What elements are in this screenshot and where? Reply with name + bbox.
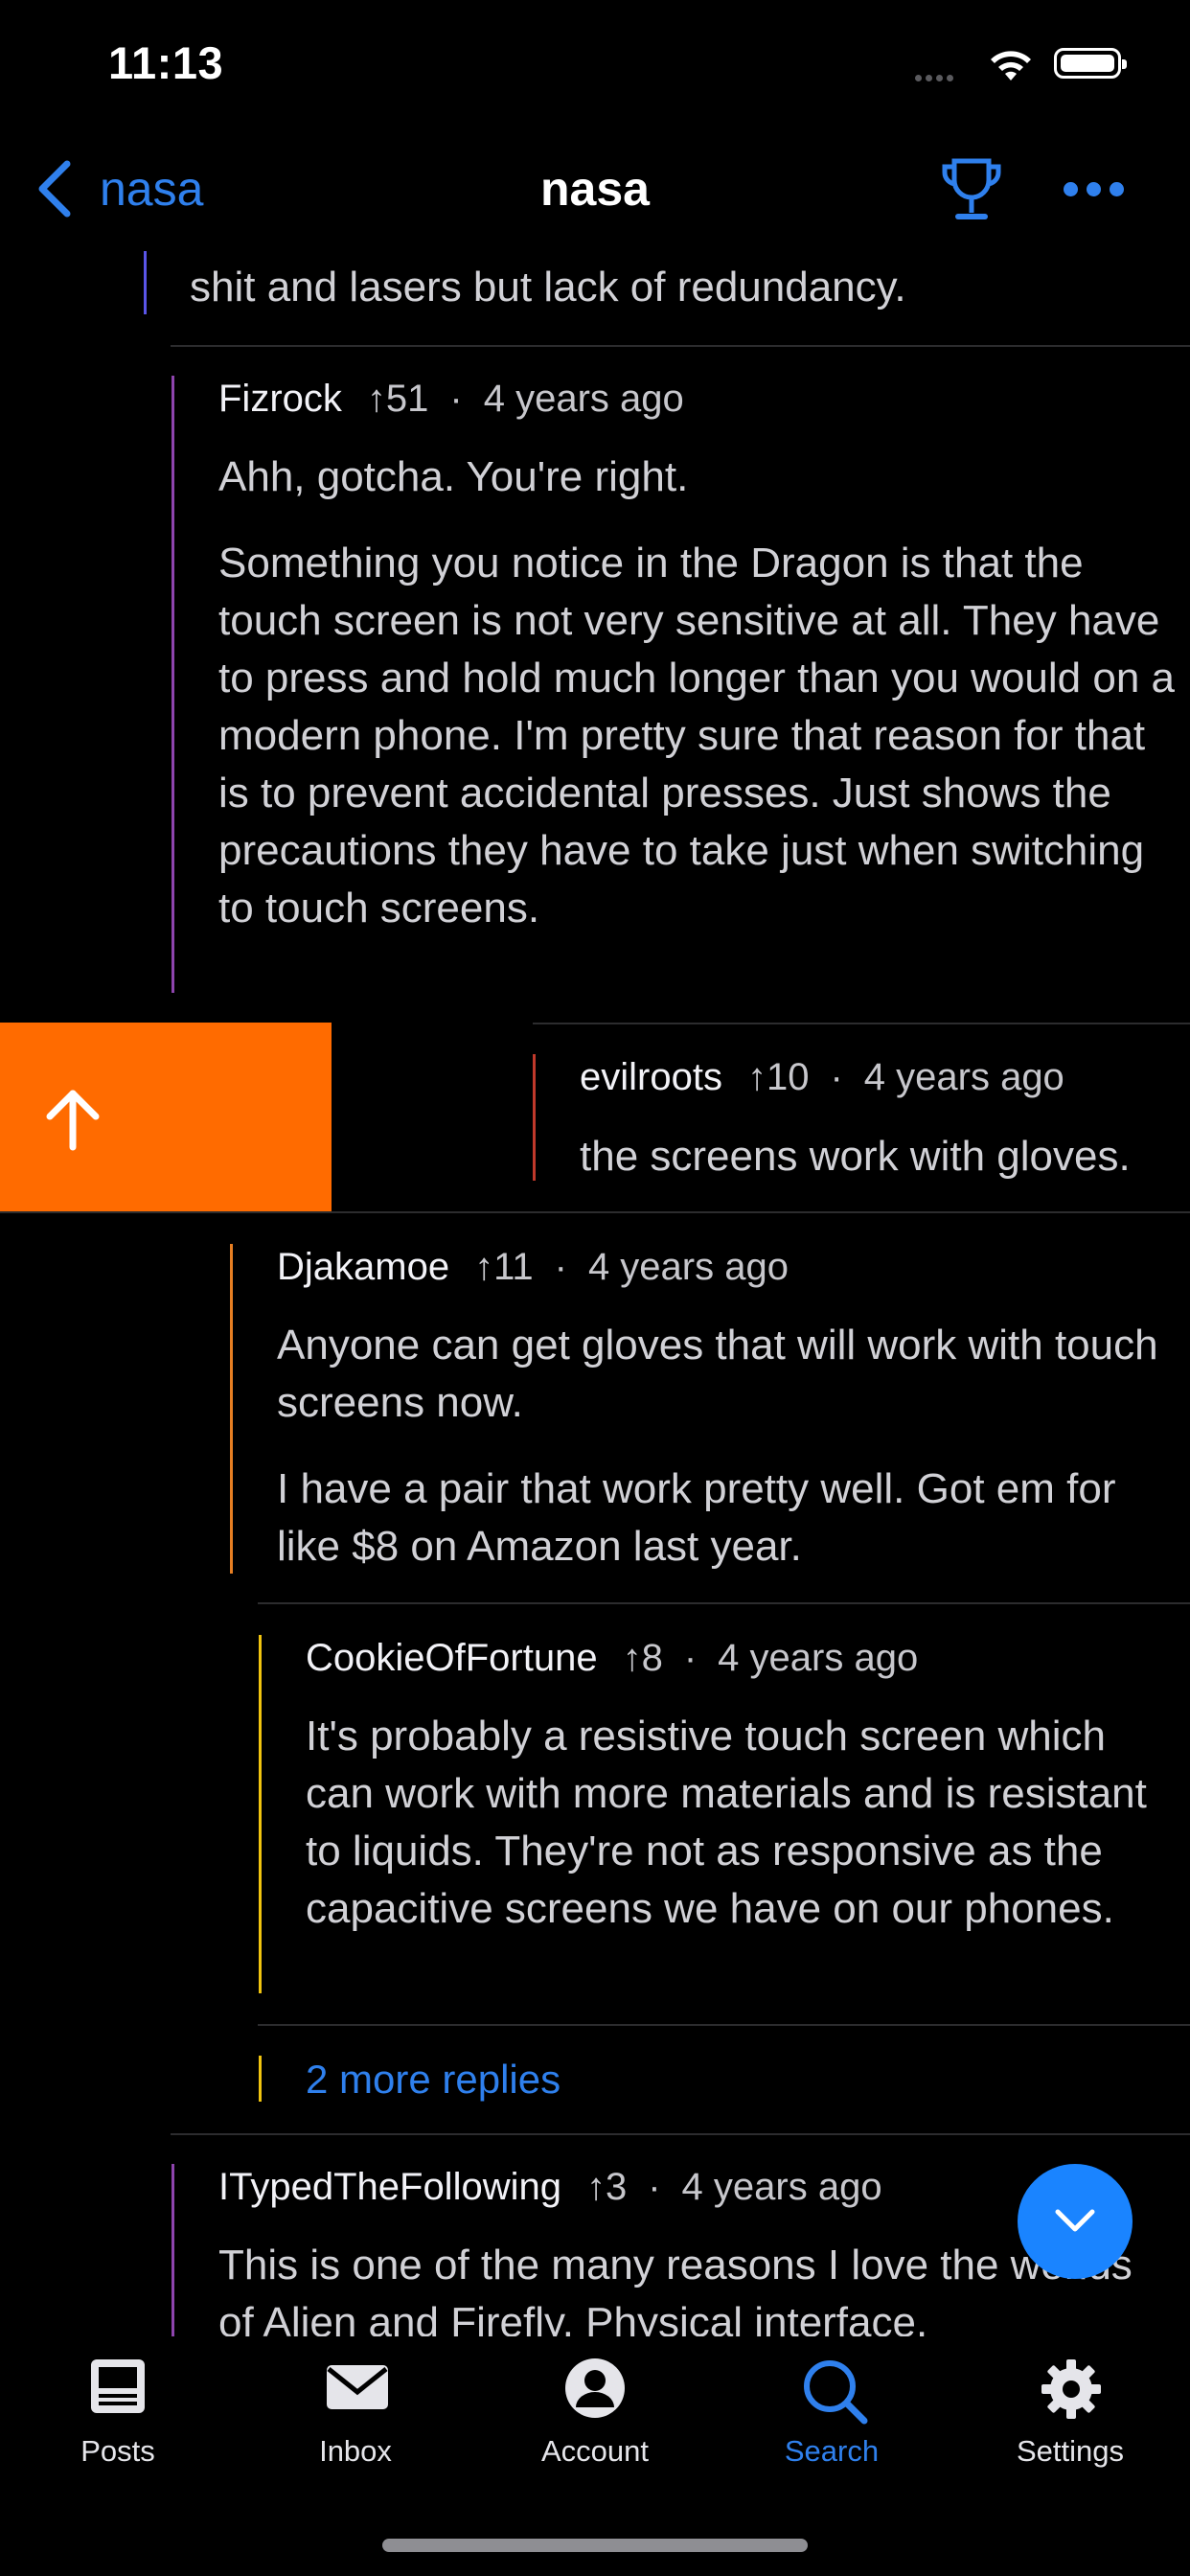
comment-author[interactable]: Fizrock xyxy=(218,378,342,420)
trophy-icon[interactable] xyxy=(941,155,1002,229)
divider xyxy=(171,345,1190,347)
search-icon xyxy=(804,2360,868,2425)
comment-age: 4 years ago xyxy=(587,1246,789,1288)
thread-line xyxy=(230,1244,233,1574)
upvote-arrow-icon: ↑ xyxy=(366,378,386,420)
battery-icon xyxy=(1054,48,1127,79)
thread-line xyxy=(533,1054,536,1181)
comment-paragraph: Something you notice in the Dragon is th… xyxy=(218,540,1175,932)
comment-age: 4 years ago xyxy=(483,378,684,420)
separator: · xyxy=(449,378,463,420)
upvote-swipe-action[interactable] xyxy=(0,1023,332,1211)
more-replies-link[interactable]: 2 more replies xyxy=(306,2057,561,2103)
page-title: nasa xyxy=(540,162,650,216)
upvote-arrow-icon: ↑ xyxy=(746,1056,767,1098)
thread-line xyxy=(172,376,174,993)
comment-meta: CookieOfFortune ↑8 · 4 years ago xyxy=(306,1637,918,1680)
person-icon xyxy=(565,2358,625,2418)
more-options-icon[interactable] xyxy=(1064,182,1133,201)
comment-paragraph: Ahh, gotcha. You're right. xyxy=(218,453,689,500)
tab-label: Inbox xyxy=(319,2434,392,2468)
posts-icon xyxy=(91,2359,145,2413)
comment-author[interactable]: Djakamoe xyxy=(277,1246,449,1288)
comment-meta: ITypedTheFollowing ↑3 · 4 years ago xyxy=(218,2166,882,2209)
divider xyxy=(171,2133,1190,2135)
tab-label: Posts xyxy=(80,2434,155,2468)
home-indicator[interactable] xyxy=(382,2539,808,2552)
comment-score: 10 xyxy=(766,1056,810,1098)
comment-meta: evilroots ↑10 · 4 years ago xyxy=(580,1056,1064,1099)
thread-line xyxy=(172,2164,174,2336)
chevron-down-icon xyxy=(1055,2209,1095,2232)
comment-paragraph: Anyone can get gloves that will work wit… xyxy=(277,1322,1158,1426)
upvote-arrow-icon xyxy=(46,1090,100,1151)
envelope-icon xyxy=(327,2365,388,2409)
wifi-icon xyxy=(987,46,1035,87)
upvote-arrow-icon: ↑ xyxy=(585,2166,606,2208)
signal-icon xyxy=(915,69,957,86)
divider xyxy=(258,2024,1190,2026)
comment-author[interactable]: CookieOfFortune xyxy=(306,1637,598,1679)
gear-icon xyxy=(1041,2359,1101,2419)
comment-text: shit and lasers but lack of redundancy. xyxy=(190,264,906,310)
comment-age: 4 years ago xyxy=(863,1056,1064,1098)
upvote-arrow-icon: ↑ xyxy=(474,1246,494,1288)
status-time: 11:13 xyxy=(108,37,224,88)
divider xyxy=(0,1211,1190,1213)
tab-label: Search xyxy=(784,2434,880,2468)
comment-paragraph: It's probably a resistive touch screen w… xyxy=(306,1713,1147,1932)
thread-line xyxy=(259,1635,262,1993)
next-comment-button[interactable] xyxy=(1018,2164,1133,2279)
comment-meta: Fizrock ↑51 · 4 years ago xyxy=(218,378,684,421)
comment-paragraph: I have a pair that work pretty well. Got… xyxy=(277,1465,1116,1570)
upvote-arrow-icon: ↑ xyxy=(622,1637,642,1679)
separator: · xyxy=(830,1056,843,1098)
divider xyxy=(533,1023,1190,1024)
comment-score: 11 xyxy=(493,1246,534,1288)
separator: · xyxy=(648,2166,661,2208)
comment-author[interactable]: ITypedTheFollowing xyxy=(218,2166,561,2208)
tab-label: Settings xyxy=(1016,2434,1124,2468)
comment-age: 4 years ago xyxy=(718,1637,919,1679)
separator: · xyxy=(554,1246,567,1288)
comment-paragraph: the screens work with gloves. xyxy=(580,1133,1131,1180)
comment-score: 51 xyxy=(385,378,429,420)
divider xyxy=(258,1602,1190,1604)
thread-line xyxy=(144,251,147,314)
thread-line xyxy=(259,2056,262,2102)
comment-meta: Djakamoe ↑11 · 4 years ago xyxy=(277,1246,789,1289)
comment-score: 3 xyxy=(605,2166,628,2208)
tab-label: Account xyxy=(540,2434,649,2468)
comment-age: 4 years ago xyxy=(681,2166,882,2208)
comment-author[interactable]: evilroots xyxy=(580,1056,722,1098)
separator: · xyxy=(683,1637,698,1679)
comment-score: 8 xyxy=(641,1637,663,1679)
